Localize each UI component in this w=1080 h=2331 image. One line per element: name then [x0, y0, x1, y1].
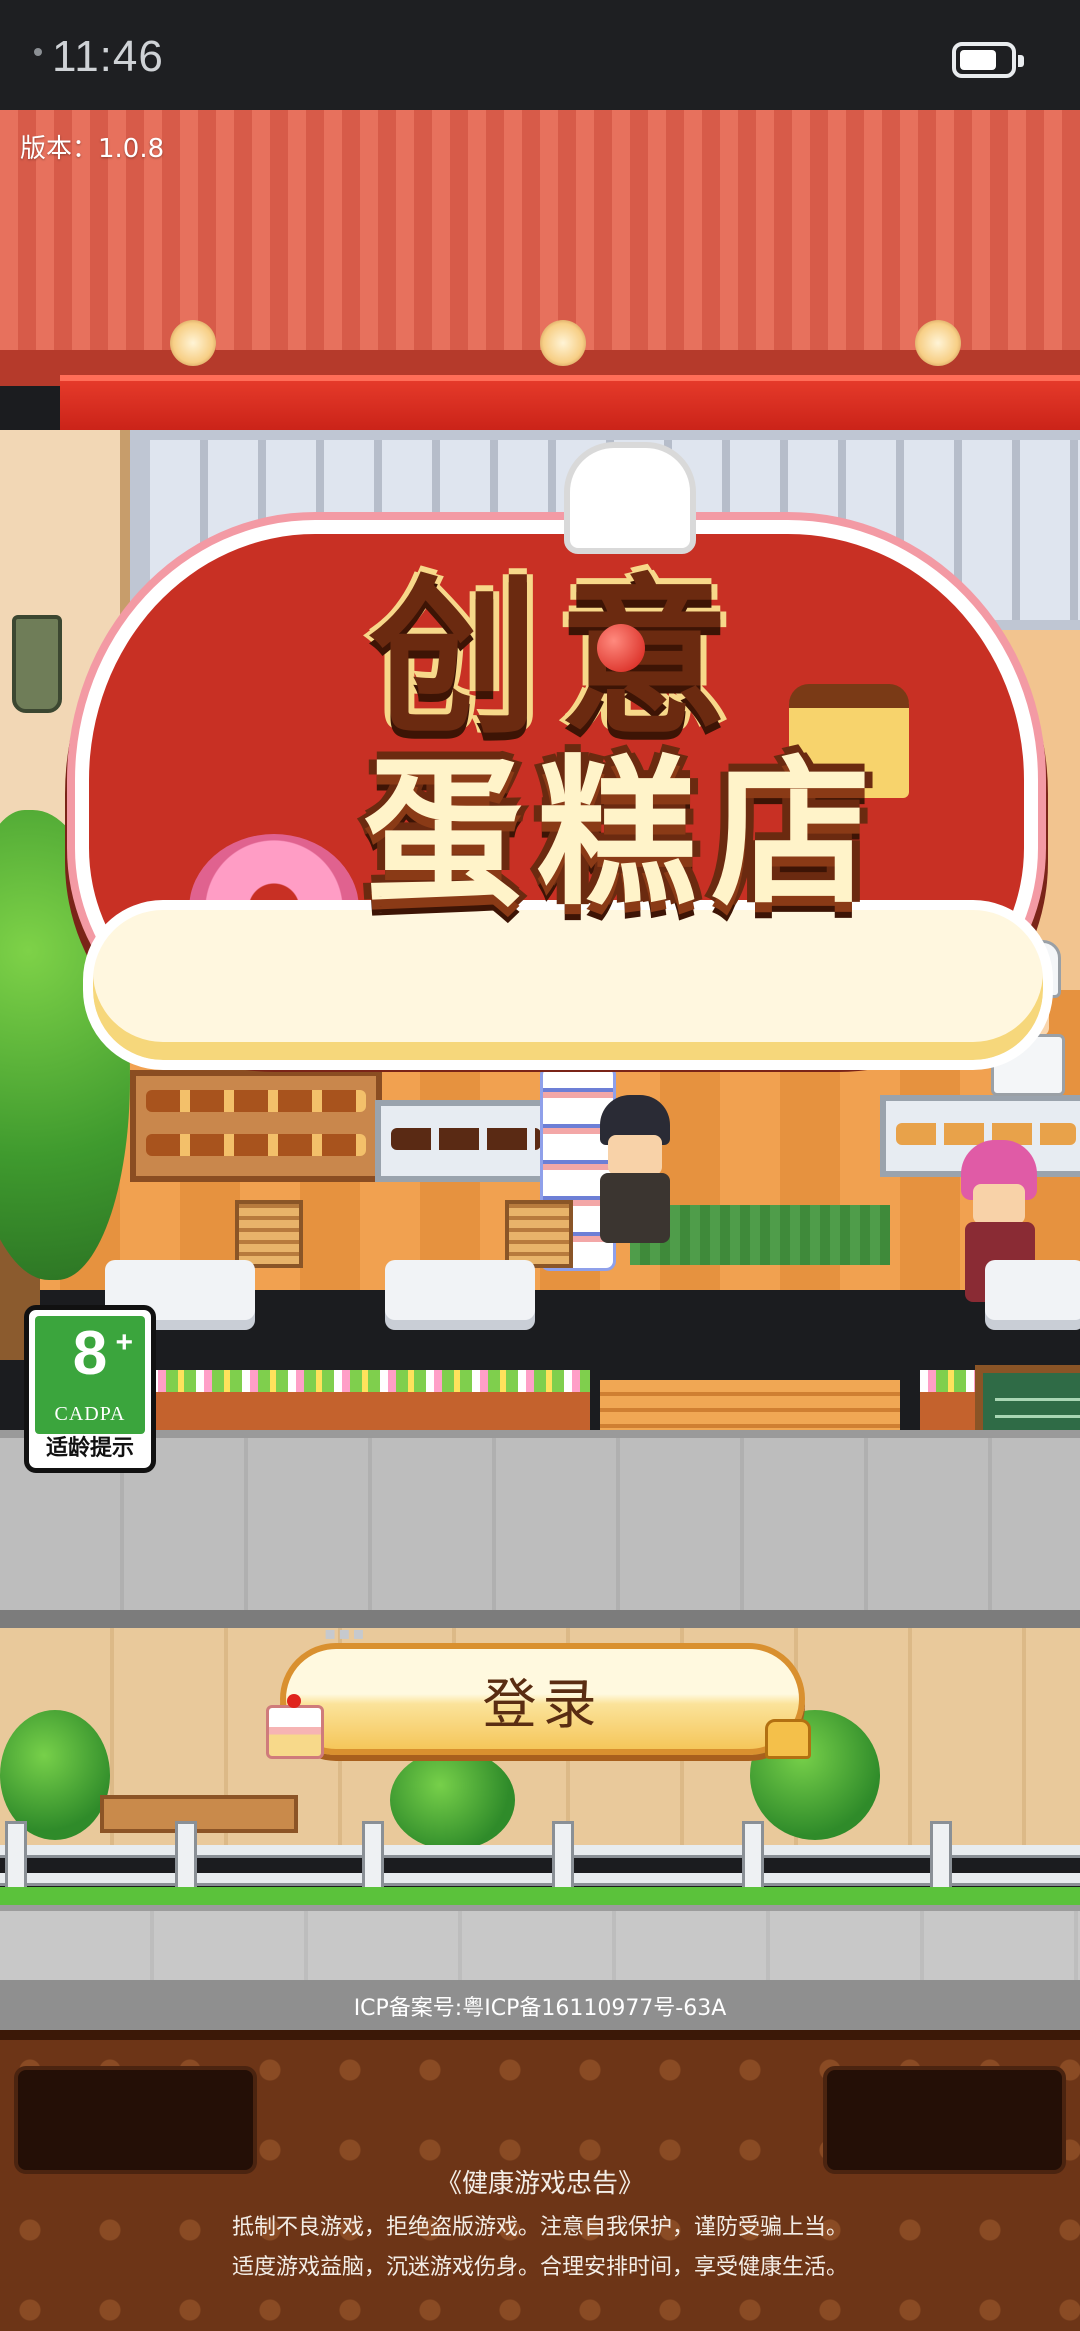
status-bar: 11:46: [0, 0, 1080, 110]
icp-license-text: ICP备案号:粤ICP备16110977号-63A: [353, 1996, 727, 2021]
cadpa-label: CADPA: [54, 1403, 126, 1425]
cake-display-case: [375, 1100, 557, 1182]
sidewalk: [0, 1430, 1080, 1618]
version-label: 版本：1.0.8: [20, 134, 165, 164]
cafe-table: [385, 1260, 535, 1320]
wooden-chair: [235, 1200, 303, 1268]
login-button-label: 登录: [482, 1672, 603, 1736]
age-plus: +: [115, 1326, 133, 1359]
chef-hat-icon: [564, 442, 696, 554]
ceiling-lamp: [170, 320, 216, 366]
customer-character: [590, 1095, 680, 1265]
cherry-icon: [597, 624, 645, 672]
game-login-screen: 11:46 创意 蛋糕店 版本：1.0.8 8 + CADPA 适龄提示 ▪▪▪…: [0, 0, 1080, 2331]
battery-icon: [952, 42, 1024, 78]
age-rating-badge[interactable]: 8 + CADPA 适龄提示: [24, 1305, 156, 1473]
ceiling-lamp: [540, 320, 586, 366]
cake-slice-icon: [266, 1694, 324, 1759]
logo-title-line2: 蛋糕店: [362, 740, 885, 927]
health-advice-line1: 抵制不良游戏，拒绝盗版游戏。注意自我保护，谨防受骗上当。: [231, 2215, 848, 2240]
ceiling-lamp: [915, 320, 961, 366]
railing-fence: [0, 1821, 1080, 1911]
panel-slot-right: [823, 2066, 1066, 2174]
health-advice-title: 《健康游戏忠告》: [435, 2169, 644, 2199]
logo-title-line1: 创意: [368, 560, 749, 758]
game-logo: 创意 蛋糕店: [75, 442, 1053, 1070]
pastry-shelf: [130, 1070, 382, 1182]
age-rating-box: 8 + CADPA: [35, 1316, 145, 1434]
pudding-small-icon: [765, 1719, 811, 1759]
wall-lantern-icon: [12, 615, 62, 713]
panel-slot-left: [14, 2066, 257, 2174]
cafe-table: [985, 1260, 1080, 1320]
age-tip-label: 适龄提示: [45, 1436, 134, 1461]
curb: [0, 1610, 1080, 1628]
login-button[interactable]: ▪▪▪ 登录: [266, 1623, 811, 1759]
status-time: 11:46: [52, 32, 164, 81]
notification-dot: [34, 48, 42, 56]
park-bench: [100, 1795, 298, 1833]
decor-dots: ▪▪▪: [324, 1623, 367, 1644]
wooden-chair: [505, 1200, 573, 1268]
health-advice-line2: 适度游戏益脑，沉迷游戏伤身。合理安排时间，享受健康生活。: [231, 2255, 848, 2280]
